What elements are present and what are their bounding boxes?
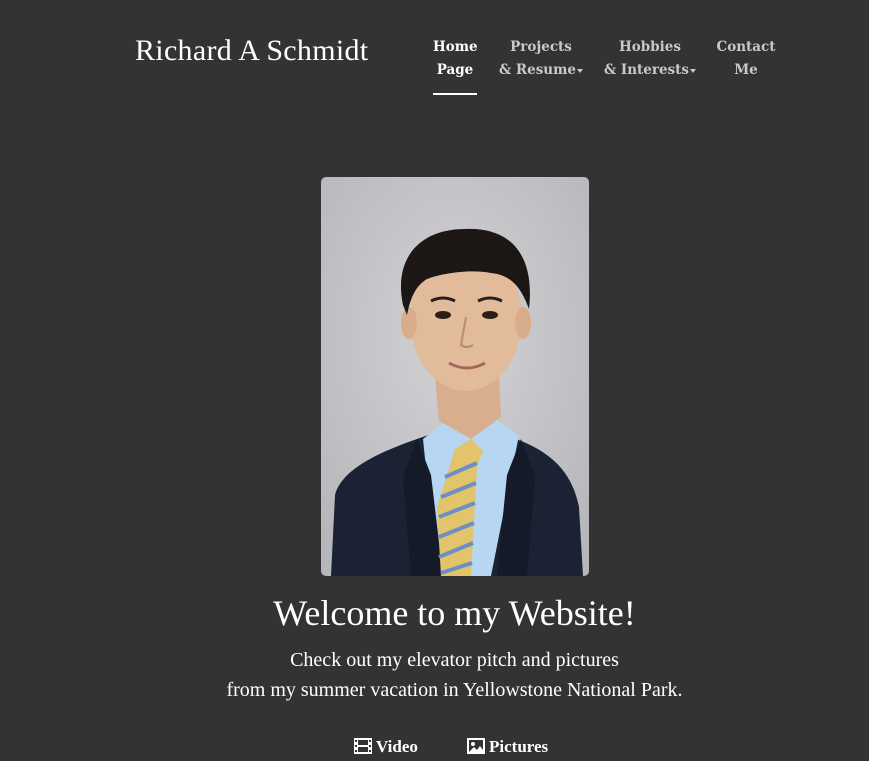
- welcome-heading: Welcome to my Website!: [273, 593, 636, 633]
- nav-item-contact[interactable]: Contact Me: [714, 36, 778, 82]
- nav-item-hobbies-label-line1: Hobbies: [619, 39, 681, 55]
- pictures-link[interactable]: Pictures: [467, 735, 548, 759]
- nav-item-hobbies-interests[interactable]: Hobbies & Interests: [603, 36, 697, 82]
- picture-icon: [467, 738, 485, 754]
- nav-item-contact-label-line2: Me: [734, 62, 758, 78]
- intro-line-1: Check out my elevator pitch and pictures: [290, 649, 619, 671]
- caret-down-icon: [689, 68, 696, 73]
- profile-photo: [321, 177, 589, 576]
- site-header: Richard A Schmidt Home Page Projects & R…: [0, 0, 869, 100]
- active-nav-underline: [433, 93, 477, 95]
- nav-item-projects-resume[interactable]: Projects & Resume: [496, 36, 586, 82]
- main-nav: Home Page Projects & Resume Hobbies & In…: [0, 36, 869, 100]
- nav-item-projects-label-line1: Projects: [510, 39, 572, 55]
- media-links: Video Pictures: [0, 735, 869, 761]
- nav-item-hobbies-label-line2: & Interests: [604, 62, 689, 78]
- nav-item-home[interactable]: Home Page: [433, 36, 478, 95]
- intro-line-2: from my summer vacation in Yellowstone N…: [226, 679, 683, 701]
- nav-item-contact-label-line1: Contact: [716, 39, 776, 55]
- video-link-label: Video: [376, 737, 418, 756]
- film-icon: [354, 738, 372, 754]
- nav-item-home-label-line2: Page: [436, 62, 474, 78]
- caret-down-icon: [577, 68, 583, 73]
- video-link[interactable]: Video: [354, 735, 418, 759]
- pictures-link-label: Pictures: [489, 737, 549, 756]
- nav-item-projects-label-line2: & Resume: [499, 62, 576, 78]
- intro-text: Check out my elevator pitch and pictures…: [0, 645, 869, 705]
- nav-item-home-label-line1: Home: [433, 39, 478, 55]
